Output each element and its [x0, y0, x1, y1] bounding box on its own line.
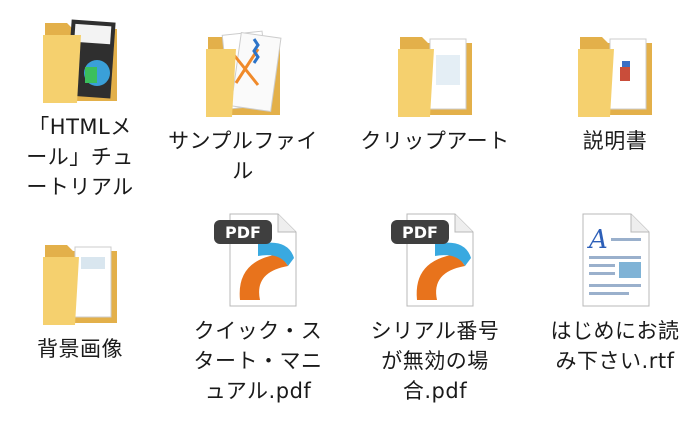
file-label: シリアル番号が無効の場合.pdf [370, 319, 500, 403]
file-item-sample-files[interactable]: サンプルファイル [158, 20, 328, 186]
rtf-badge: A [587, 225, 608, 255]
folder-icon [25, 6, 135, 106]
rtf-document-icon: A [560, 210, 670, 310]
file-label: 説明書 [582, 129, 648, 153]
file-item-background-images[interactable]: 背景画像 [0, 228, 165, 364]
file-grid: 「HTMLメール」チュートリアル サンプルファイル クリップアート 説明書 背景… [0, 0, 686, 421]
file-item-html-mail-tutorial[interactable]: 「HTMLメール」チュートリアル [0, 6, 165, 202]
folder-icon [25, 228, 135, 328]
file-label: 背景画像 [37, 337, 123, 361]
pdf-badge: PDF [402, 223, 438, 242]
pdf-icon: PDF [380, 210, 490, 310]
file-label: はじめにお読み下さい.rtf [550, 319, 680, 373]
file-item-clip-art[interactable]: クリップアート [350, 20, 520, 156]
file-item-read-me-first-rtf[interactable]: A はじめにお読み下さい.rtf [530, 210, 686, 376]
pdf-badge: PDF [225, 223, 261, 242]
file-item-quick-start-manual-pdf[interactable]: PDF クイック・スタート・マニュアル.pdf [173, 210, 343, 406]
folder-icon [380, 20, 490, 120]
file-item-manual[interactable]: 説明書 [530, 20, 686, 156]
file-label: クイック・スタート・マニュアル.pdf [193, 319, 323, 403]
file-label: サンプルファイル [168, 129, 318, 183]
folder-icon [188, 20, 298, 120]
folder-icon [560, 20, 670, 120]
pdf-icon: PDF [203, 210, 313, 310]
file-label: 「HTMLメール」チュートリアル [26, 115, 134, 199]
file-label: クリップアート [360, 129, 510, 153]
file-item-invalid-serial-pdf[interactable]: PDF シリアル番号が無効の場合.pdf [350, 210, 520, 406]
